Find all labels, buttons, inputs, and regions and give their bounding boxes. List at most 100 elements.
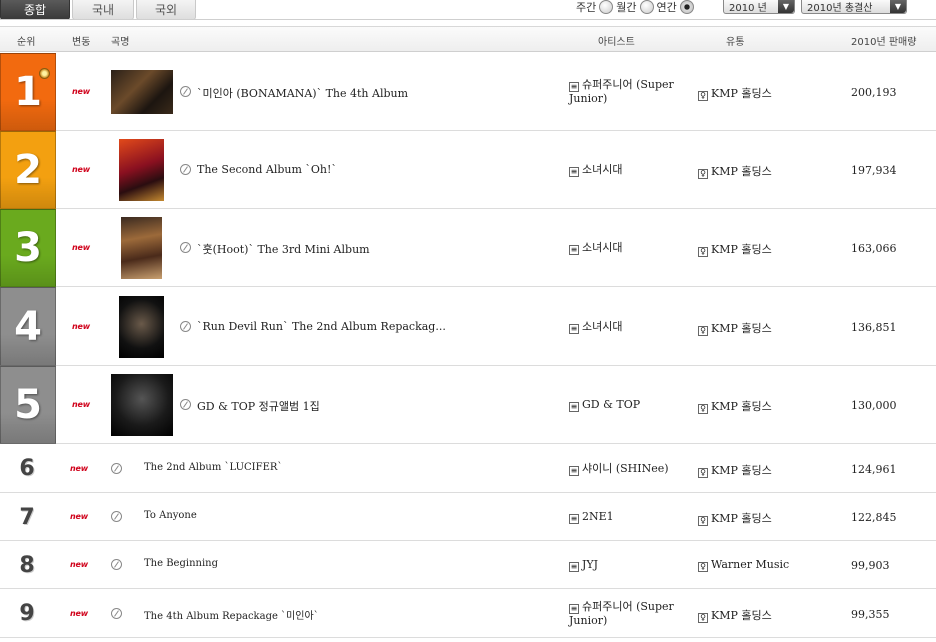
album-info-icon[interactable]	[180, 242, 191, 253]
album-info-icon[interactable]	[111, 462, 122, 474]
chevron-down-icon: ▼	[778, 0, 794, 13]
album-info-icon[interactable]	[180, 399, 191, 410]
tab-domestic[interactable]: 국내	[72, 0, 134, 20]
album-cover[interactable]	[119, 295, 164, 358]
distributor-icon: ♀	[698, 516, 708, 526]
artist-link[interactable]: ≡ 소녀시대	[569, 241, 684, 255]
tab-overall[interactable]: 종합	[0, 0, 70, 20]
artist-name: JYJ	[582, 558, 599, 571]
top-bar: 종합 국내 국외 주간 월간 연간 2010 년 ▼ 2010년 총결산 ▼	[0, 0, 936, 20]
distributor-name: KMP 홀딩스	[711, 321, 772, 335]
sales-count: 124,961	[851, 462, 897, 476]
distributor-name: KMP 홀딩스	[711, 87, 772, 100]
album-cover[interactable]	[111, 70, 173, 114]
artist-link[interactable]: ≡ 소녀시대	[569, 320, 684, 334]
distributor-icon: ♀	[698, 325, 708, 336]
distributor-link[interactable]: ♀ KMP 홀딩스	[698, 320, 772, 336]
new-badge: new	[70, 560, 88, 569]
album-cover[interactable]	[119, 139, 164, 201]
summary-select[interactable]: 2010년 총결산 ▼	[801, 0, 907, 14]
rank-badge: 5	[0, 366, 56, 444]
rank-badge: 4	[0, 287, 56, 366]
album-title[interactable]: The 2nd Album `LUCIFER`	[144, 462, 282, 473]
period-selector: 주간 월간 연간	[576, 0, 697, 14]
period-weekly-label: 주간	[576, 1, 597, 14]
sales-count: 136,851	[851, 320, 897, 334]
distributor-name: Warner Music	[711, 558, 790, 571]
distributor-icon: ♀	[698, 169, 708, 179]
rank-number: 8	[19, 552, 35, 578]
distributor-icon: ♀	[698, 247, 708, 257]
album-info-icon[interactable]	[111, 559, 122, 570]
artist-link[interactable]: ≡ GD & TOP	[569, 398, 684, 412]
sales-count: 130,000	[851, 399, 897, 412]
distributor-link[interactable]: ♀ KMP 홀딩스	[698, 462, 772, 478]
album-cover[interactable]	[121, 217, 162, 279]
artist-name: 소녀시대	[582, 319, 623, 333]
tab-international[interactable]: 국외	[136, 0, 196, 20]
artist-icon: ≡	[569, 167, 579, 177]
table-row: 2 new The Second Album `Oh!` ≡ 소녀시대 ♀ KMP 홀…	[0, 131, 936, 209]
header-distributor: 유통	[726, 37, 745, 48]
sales-count: 200,193	[851, 86, 897, 99]
artist-name: 소녀시대	[582, 163, 623, 176]
tab-divider	[0, 19, 936, 20]
artist-icon: ≡	[569, 514, 579, 524]
distributor-icon: ♀	[698, 404, 708, 414]
artist-link[interactable]: ≡ JYJ	[569, 558, 684, 572]
period-weekly-radio[interactable]	[599, 0, 614, 14]
table-row: 3 new `훗(Hoot)` The 3rd Mini Album ≡ 소녀시대 …	[0, 209, 936, 287]
distributor-name: KMP 홀딩스	[711, 165, 772, 178]
album-info-icon[interactable]	[111, 511, 122, 522]
album-title[interactable]: The 4th Album Repackage `미인아`	[144, 607, 319, 622]
album-info-icon[interactable]	[180, 320, 191, 332]
album-info-icon[interactable]	[111, 607, 122, 619]
album-title[interactable]: The Second Album `Oh!`	[197, 163, 337, 176]
distributor-link[interactable]: ♀ KMP 홀딩스	[698, 398, 772, 414]
album-title[interactable]: `Run Devil Run` The 2nd Album Repackag..…	[197, 320, 446, 333]
period-monthly-label: 월간	[616, 1, 637, 14]
album-title[interactable]: `미인아 (BONAMANA)` The 4th Album	[197, 85, 408, 101]
album-title[interactable]: `훗(Hoot)` The 3rd Mini Album	[197, 241, 370, 257]
period-monthly-radio[interactable]	[639, 0, 654, 14]
new-badge: new	[70, 608, 88, 618]
header-change: 변동	[72, 37, 91, 48]
album-info-icon[interactable]	[180, 164, 191, 175]
summary-select-value: 2010년 총결산	[807, 3, 873, 14]
sales-count: 122,845	[851, 511, 897, 524]
distributor-link[interactable]: ♀ KMP 홀딩스	[698, 607, 772, 623]
table-row: 1 new `미인아 (BONAMANA)` The 4th Album ≡ 슈퍼주…	[0, 53, 936, 131]
artist-link[interactable]: ≡ 소녀시대	[569, 163, 684, 177]
sales-count: 163,066	[851, 242, 897, 255]
artist-link[interactable]: ≡ 슈퍼주니어 (Super Junior)	[569, 78, 684, 106]
distributor-link[interactable]: ♀ KMP 홀딩스	[698, 85, 772, 101]
artist-name: 소녀시대	[582, 241, 623, 254]
distributor-link[interactable]: ♀ KMP 홀딩스	[698, 163, 772, 179]
new-badge: new	[72, 400, 90, 409]
table-row: 6 new The 2nd Album `LUCIFER` ≡ 샤이니 (SHINee…	[0, 444, 936, 493]
sales-count: 99,355	[851, 607, 890, 621]
crown-icon	[39, 68, 50, 79]
artist-link[interactable]: ≡ 샤이니 (SHINee)	[569, 462, 684, 476]
artist-icon: ≡	[569, 603, 579, 614]
album-title[interactable]: To Anyone	[144, 510, 197, 521]
distributor-link[interactable]: ♀ KMP 홀딩스	[698, 241, 772, 257]
rank-number: 7	[19, 504, 35, 530]
period-yearly-radio[interactable]	[679, 0, 694, 14]
rank-badge: 2	[0, 131, 56, 209]
new-badge: new	[72, 243, 90, 252]
album-cover[interactable]	[111, 374, 173, 436]
distributor-link[interactable]: ♀ KMP 홀딩스	[698, 510, 772, 526]
album-title[interactable]: GD & TOP 정규앨범 1집	[197, 398, 320, 414]
artist-icon: ≡	[569, 245, 579, 255]
table-header: 순위 변동 곡명 아티스트 유통 2010년 판매량	[0, 26, 936, 52]
artist-name: GD & TOP	[582, 398, 641, 411]
album-info-icon[interactable]	[180, 86, 191, 97]
artist-name: 샤이니 (SHINee)	[582, 461, 669, 475]
year-select[interactable]: 2010 년 ▼	[723, 0, 795, 14]
artist-link[interactable]: ≡ 2NE1	[569, 510, 684, 524]
artist-name: 슈퍼주니어 (Super Junior)	[569, 78, 674, 105]
artist-link[interactable]: ≡ 슈퍼주니어 (Super Junior)	[569, 600, 684, 628]
album-title[interactable]: The Beginning	[144, 558, 218, 569]
distributor-link[interactable]: ♀ Warner Music	[698, 558, 789, 572]
